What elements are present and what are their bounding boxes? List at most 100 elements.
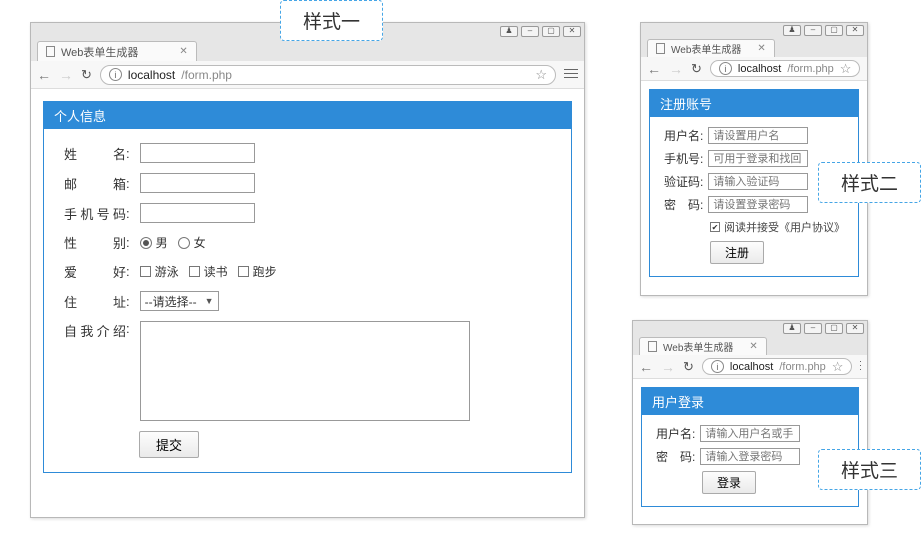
url-domain: localhost (730, 361, 773, 373)
input-phone[interactable] (140, 203, 255, 223)
input-pwd[interactable] (700, 448, 800, 465)
input-pwd[interactable] (708, 196, 808, 213)
maximize-button[interactable]: ▢ (825, 323, 843, 334)
menu-icon[interactable] (564, 73, 578, 76)
panel-title: 用户登录 (642, 388, 858, 415)
input-name[interactable] (140, 143, 255, 163)
row-intro: 自我介绍: (64, 321, 561, 421)
user-icon[interactable]: ♟ (500, 26, 518, 37)
site-info-icon[interactable]: i (711, 360, 724, 373)
browser-tab[interactable]: Web表单生成器 ✕ (37, 41, 197, 61)
titlebar: ♟ – ▢ ✕ (633, 321, 867, 335)
textarea-intro[interactable] (140, 321, 470, 421)
radio-icon (178, 237, 190, 249)
submit-button[interactable]: 提交 (139, 431, 199, 458)
row-hobby: 爱 好: 游泳 读书 跑步 (64, 262, 561, 281)
label-pwd: 密 码 (650, 448, 692, 465)
close-button[interactable]: ✕ (846, 323, 864, 334)
checkbox-icon (189, 266, 200, 277)
label-phone: 手机号码 (64, 204, 126, 223)
reload-icon[interactable]: ↻ (683, 359, 694, 375)
chk-run[interactable]: 跑步 (238, 263, 277, 280)
label-name: 姓 名 (64, 144, 126, 163)
url-path: /form.php (787, 63, 833, 75)
back-icon[interactable]: ← (37, 67, 51, 83)
site-info-icon[interactable]: i (109, 68, 122, 81)
radio-male[interactable]: 男 (140, 234, 168, 251)
bookmark-star-icon[interactable]: ☆ (840, 61, 852, 77)
menu-icon[interactable] (860, 365, 861, 368)
tabbar: Web表单生成器 ✕ (31, 39, 584, 61)
row-address: 住 址: --请选择-- ▼ (64, 291, 561, 311)
document-icon (648, 341, 657, 352)
minimize-button[interactable]: – (804, 25, 822, 36)
browser-window-1: ♟ – ▢ ✕ Web表单生成器 ✕ ← → ↻ i localhost/for… (30, 22, 585, 518)
checkbox-icon (238, 266, 249, 277)
tab-close-icon[interactable]: ✕ (179, 46, 187, 57)
tab-title: Web表单生成器 (61, 44, 138, 60)
row-name: 姓 名: (64, 143, 561, 163)
browser-tab[interactable]: Web表单生成器 ✕ (639, 337, 767, 355)
back-icon[interactable]: ← (639, 359, 653, 375)
url-domain: localhost (128, 68, 175, 82)
checkbox-icon (140, 266, 151, 277)
forward-icon[interactable]: → (59, 67, 73, 83)
address-bar: ← → ↻ i localhost/form.php ☆ (633, 355, 867, 379)
tabbar: Web表单生成器 ✕ (641, 37, 867, 57)
minimize-button[interactable]: – (521, 26, 539, 37)
input-user[interactable] (700, 425, 800, 442)
radio-female[interactable]: 女 (178, 234, 206, 251)
select-address[interactable]: --请选择-- ▼ (140, 291, 219, 311)
input-phone[interactable] (708, 150, 808, 167)
label-user: 用户名 (658, 127, 700, 144)
user-icon[interactable]: ♟ (783, 25, 801, 36)
row-phone: 手机号码: (64, 203, 561, 223)
agreement-row[interactable]: ✔阅读并接受《用户协议》 (710, 219, 850, 235)
tab-title: Web表单生成器 (663, 339, 733, 354)
tab-close-icon[interactable]: ✕ (749, 341, 757, 352)
register-button[interactable]: 注册 (710, 241, 764, 264)
bookmark-star-icon[interactable]: ☆ (535, 67, 547, 83)
maximize-button[interactable]: ▢ (542, 26, 560, 37)
label-user: 用户名 (650, 425, 692, 442)
url-box[interactable]: i localhost/form.php ☆ (100, 65, 556, 85)
form-panel: 个人信息 姓 名: 邮 箱: 手机号码: 性 别: 男 女 (43, 101, 572, 473)
document-icon (46, 46, 55, 57)
browser-tab[interactable]: Web表单生成器 ✕ (647, 39, 775, 57)
input-code[interactable] (708, 173, 808, 190)
chk-read[interactable]: 读书 (189, 263, 228, 280)
forward-icon[interactable]: → (669, 61, 683, 77)
input-user[interactable] (708, 127, 808, 144)
address-bar: ← → ↻ i localhost/form.php ☆ (31, 61, 584, 89)
url-path: /form.php (779, 361, 825, 373)
url-domain: localhost (738, 63, 781, 75)
callout-style-3: 样式三 (818, 449, 921, 490)
forward-icon[interactable]: → (661, 359, 675, 375)
url-box[interactable]: i localhost/form.php ☆ (710, 60, 861, 77)
row-gender: 性 别: 男 女 (64, 233, 561, 252)
close-button[interactable]: ✕ (846, 25, 864, 36)
close-button[interactable]: ✕ (563, 26, 581, 37)
reload-icon[interactable]: ↻ (691, 61, 702, 77)
back-icon[interactable]: ← (647, 61, 661, 77)
login-button[interactable]: 登录 (702, 471, 756, 494)
bookmark-star-icon[interactable]: ☆ (832, 359, 844, 375)
chk-swim[interactable]: 游泳 (140, 263, 179, 280)
select-value: --请选择-- (145, 293, 197, 310)
row-email: 邮 箱: (64, 173, 561, 193)
minimize-button[interactable]: – (804, 323, 822, 334)
label-gender: 性 别 (64, 233, 126, 252)
address-bar: ← → ↻ i localhost/form.php ☆ (641, 57, 867, 81)
site-info-icon[interactable]: i (719, 62, 732, 75)
input-email[interactable] (140, 173, 255, 193)
panel-title: 个人信息 (44, 102, 571, 129)
browser-window-2: ♟ – ▢ ✕ Web表单生成器 ✕ ← → ↻ i localhost/for… (640, 22, 868, 296)
reload-icon[interactable]: ↻ (81, 67, 92, 83)
maximize-button[interactable]: ▢ (825, 25, 843, 36)
tabbar: Web表单生成器 ✕ (633, 335, 867, 355)
radio-icon (140, 237, 152, 249)
user-icon[interactable]: ♟ (783, 323, 801, 334)
url-path: /form.php (181, 68, 232, 82)
url-box[interactable]: i localhost/form.php ☆ (702, 358, 853, 375)
tab-close-icon[interactable]: ✕ (757, 43, 765, 54)
